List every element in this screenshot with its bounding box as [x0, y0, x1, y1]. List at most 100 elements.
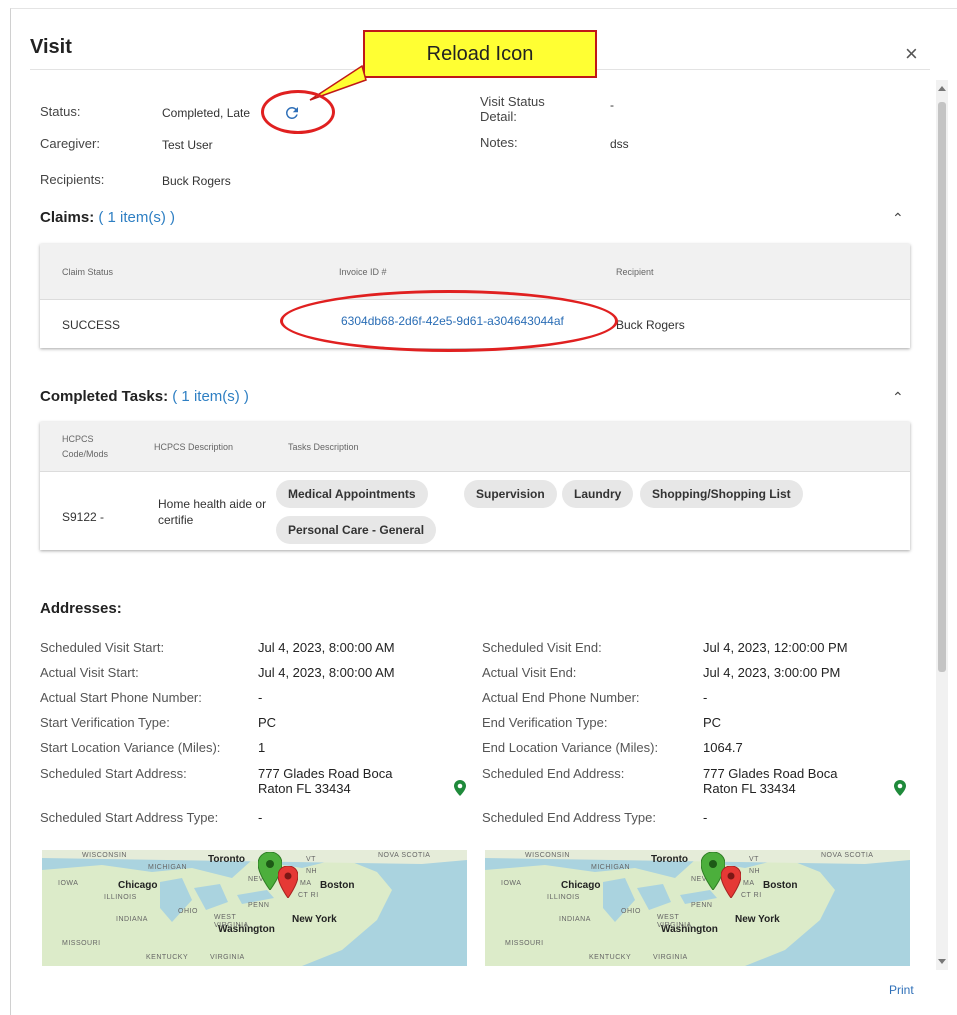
actual-start-value: Jul 4, 2023, 8:00:00 AM — [258, 665, 395, 680]
tasks-title: Completed Tasks: ( 1 item(s) ) — [40, 388, 249, 405]
map-pin-icon[interactable] — [453, 780, 467, 796]
map-label: New York — [735, 914, 780, 925]
vertical-scrollbar[interactable] — [936, 80, 948, 970]
end-phone-value: - — [703, 690, 708, 705]
map-label: VT — [749, 856, 759, 863]
claims-header-recipient: Recipient — [616, 267, 654, 277]
task-description: Home health aide or certifie — [158, 496, 266, 528]
start-address-line1: 777 Glades Road Boca — [258, 766, 393, 781]
map-label: PENN — [248, 902, 270, 909]
tasks-header-code-line2: Code/Mods — [62, 449, 109, 459]
notes-value: dss — [610, 137, 629, 151]
start-map[interactable]: WISCONSIN MICHIGAN Toronto VT NOVA SCOTI… — [42, 850, 467, 966]
claims-header-status: Claim Status — [62, 267, 114, 277]
claim-recipient: Buck Rogers — [616, 318, 685, 332]
visit-status-detail-value: - — [610, 98, 614, 112]
recipients-label: Recipients: — [40, 172, 105, 187]
claims-header-invoice: Invoice ID # — [339, 267, 387, 277]
close-icon[interactable]: × — [905, 43, 918, 65]
map-label: CT RI — [298, 892, 319, 899]
map-label: MICHIGAN — [148, 864, 187, 871]
map-label: NH — [306, 868, 318, 875]
start-variance-value: 1 — [258, 740, 266, 755]
map-label: VT — [306, 856, 316, 863]
invoice-id-link[interactable]: 6304db68-2d6f-42e5-9d61-a304643044af — [341, 314, 564, 328]
task-chip: Laundry — [562, 480, 634, 508]
tasks-chevron-up-icon[interactable]: ⌃ — [892, 389, 904, 406]
red-map-marker-icon — [278, 866, 298, 898]
scroll-down-icon[interactable] — [938, 959, 946, 964]
map-label: MISSOURI — [505, 940, 544, 947]
caregiver-value: Test User — [162, 138, 213, 152]
claims-count: ( 1 item(s) ) — [98, 209, 176, 226]
start-address-line2: Raton FL 33434 — [258, 781, 351, 796]
map-label: OHIO — [178, 908, 198, 915]
claims-chevron-up-icon[interactable]: ⌃ — [892, 210, 904, 227]
annotation-pointer — [309, 64, 367, 101]
end-variance-label: End Location Variance (Miles): — [482, 740, 659, 755]
claim-status: SUCCESS — [62, 318, 121, 332]
task-description-line1: Home health aide or — [158, 497, 267, 511]
task-chip: Medical Appointments — [276, 480, 428, 508]
end-variance-value: 1064.7 — [703, 740, 743, 755]
scrollbar-thumb[interactable] — [938, 102, 946, 672]
map-label: NH — [749, 868, 761, 875]
end-map[interactable]: WISCONSIN MICHIGAN Toronto VT NOVA SCOTI… — [485, 850, 910, 966]
reload-icon[interactable] — [283, 104, 305, 126]
claims-table: Claim Status Invoice ID # Recipient SUCC… — [40, 244, 910, 348]
map-label: INDIANA — [559, 916, 591, 923]
actual-end-label: Actual Visit End: — [482, 665, 577, 680]
end-address-type-value: - — [703, 810, 708, 825]
map-label: IOWA — [58, 880, 79, 887]
map-label: KENTUCKY — [146, 954, 189, 961]
map-label: Chicago — [561, 880, 601, 891]
start-address-value: 777 Glades Road Boca Raton FL 33434 — [258, 766, 392, 796]
start-address-label: Scheduled Start Address: — [40, 766, 187, 781]
map-pin-icon[interactable] — [893, 780, 907, 796]
tasks-header-code: HCPCS Code/Mods — [62, 432, 108, 462]
map-label: Boston — [320, 880, 355, 891]
end-address-line2: Raton FL 33434 — [703, 781, 796, 796]
end-verification-label: End Verification Type: — [482, 715, 608, 730]
start-verification-value: PC — [258, 715, 277, 730]
end-address-label: Scheduled End Address: — [482, 766, 625, 781]
map-label: OHIO — [621, 908, 641, 915]
end-phone-label: Actual End Phone Number: — [482, 690, 640, 705]
start-address-type-value: - — [258, 810, 263, 825]
tasks-title-text: Completed Tasks: — [40, 388, 169, 405]
start-verification-label: Start Verification Type: — [40, 715, 170, 730]
map-label: WISCONSIN — [525, 852, 570, 859]
map-label: MISSOURI — [62, 940, 101, 947]
print-button[interactable]: Print — [889, 983, 914, 997]
end-verification-value: PC — [703, 715, 722, 730]
scroll-up-icon[interactable] — [938, 86, 946, 91]
task-description-line2: certifie — [158, 513, 194, 527]
map-label: ILLINOIS — [104, 894, 137, 901]
map-label: Boston — [763, 880, 798, 891]
claims-title-text: Claims: — [40, 209, 95, 226]
map-label: CT RI — [741, 892, 762, 899]
tasks-header-tasks: Tasks Description — [288, 442, 359, 452]
tasks-header-code-line1: HCPCS — [62, 434, 94, 444]
map-label: Toronto — [651, 854, 689, 865]
claims-table-header — [40, 244, 910, 300]
actual-start-label: Actual Visit Start: — [40, 665, 139, 680]
map-label: WEST VIRGINIA — [657, 914, 692, 929]
dialog-title: Visit — [30, 36, 72, 58]
map-label: WEST VIRGINIA — [214, 914, 249, 929]
addresses-title: Addresses: — [40, 600, 122, 617]
actual-end-value: Jul 4, 2023, 3:00:00 PM — [703, 665, 841, 680]
map-label: MICHIGAN — [591, 864, 630, 871]
annotation-callout: Reload Icon — [363, 30, 597, 78]
map-label: KENTUCKY — [589, 954, 632, 961]
task-chip: Personal Care - General — [276, 516, 437, 544]
recipients-value: Buck Rogers — [162, 174, 231, 188]
map-label: VIRGINIA — [653, 954, 688, 961]
map-label: VIRGINIA — [210, 954, 245, 961]
end-address-line1: 777 Glades Road Boca — [703, 766, 838, 781]
map-label: New York — [292, 914, 337, 925]
scheduled-start-value: Jul 4, 2023, 8:00:00 AM — [258, 640, 395, 655]
task-chip: Supervision — [464, 480, 557, 508]
map-label: PENN — [691, 902, 713, 909]
scheduled-end-value: Jul 4, 2023, 12:00:00 PM — [703, 640, 848, 655]
